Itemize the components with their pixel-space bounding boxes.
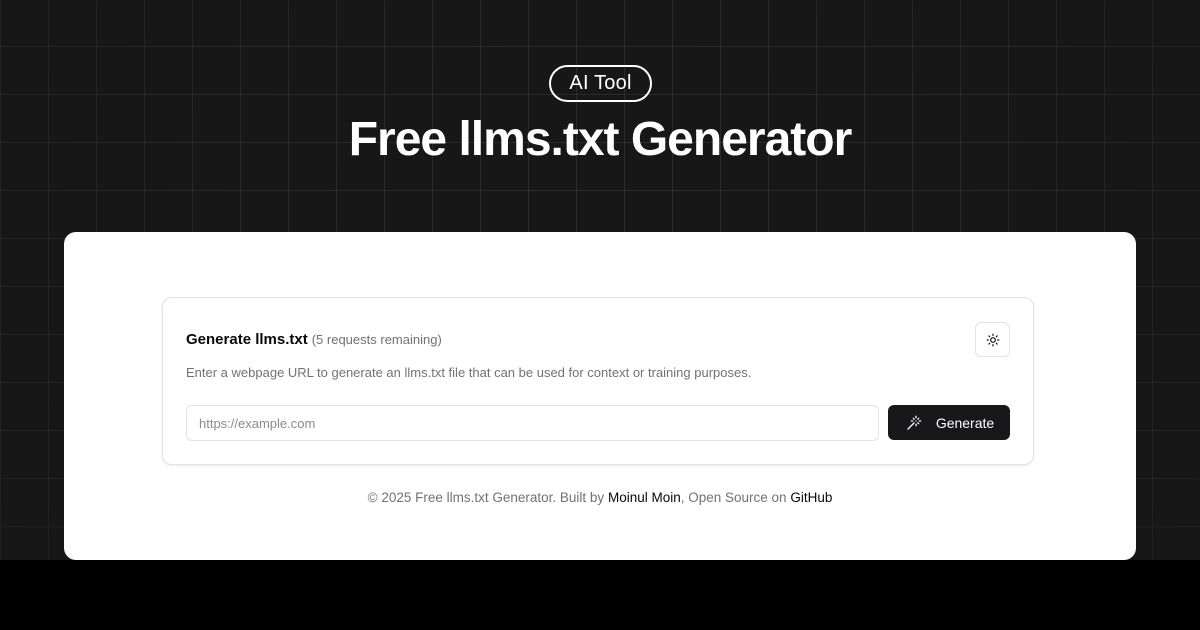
magic-wand-icon — [907, 415, 922, 430]
github-link[interactable]: GitHub — [790, 490, 832, 505]
requests-remaining: (5 requests remaining) — [311, 332, 442, 347]
generator-card: Generate llms.txt (5 requests remaining) … — [162, 297, 1034, 465]
author-link[interactable]: Moinul Moin — [608, 490, 681, 505]
card-description: Enter a webpage URL to generate an llms.… — [186, 365, 752, 380]
url-input[interactable] — [186, 405, 879, 441]
generate-button[interactable]: Generate — [888, 405, 1010, 440]
footer-middle: , Open Source on — [680, 490, 791, 505]
theme-toggle-button[interactable] — [975, 322, 1010, 357]
footer: © 2025 Free llms.txt Generator. Built by… — [64, 489, 1136, 507]
card-title: Generate llms.txt (5 requests remaining) — [186, 330, 442, 350]
main-panel: Generate llms.txt (5 requests remaining) … — [64, 232, 1136, 560]
card-title-text: Generate llms.txt — [186, 331, 308, 348]
ai-tool-badge: AI Tool — [549, 65, 652, 102]
generate-button-label: Generate — [935, 414, 995, 431]
footer-prefix: © 2025 Free llms.txt Generator. Built by — [367, 490, 608, 505]
sun-icon — [986, 333, 999, 346]
page-title: Free llms.txt Generator — [348, 113, 853, 166]
